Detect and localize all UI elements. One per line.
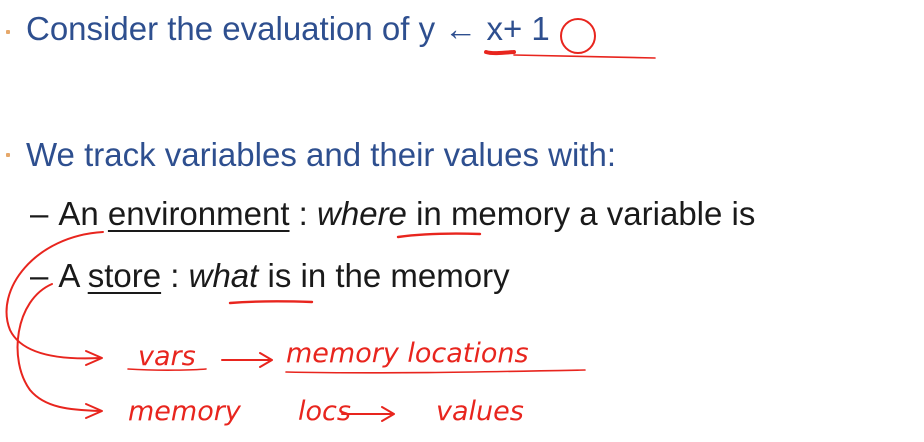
ink-underline-y	[484, 50, 516, 56]
ink-curve-environment	[5, 231, 104, 360]
ink-underline-assignment	[513, 54, 656, 59]
ink-underline-where	[396, 232, 482, 239]
ink-arrow-vars	[221, 352, 273, 368]
ink-circle-x	[560, 18, 596, 54]
ink-underline-memory-locations	[285, 369, 586, 374]
ink-text-vars: vars	[138, 341, 196, 372]
ink-text-locs: locs	[298, 396, 351, 427]
handwritten-annotations: vars memory locations memory locs values	[5, 18, 656, 427]
lecture-slide: Consider the evaluation of y ← x+ 1 We t…	[0, 0, 924, 442]
ink-underline-what	[228, 300, 314, 305]
ink-text-memory-locations: memory locations	[286, 338, 529, 369]
ink-text-values: values	[436, 396, 524, 427]
ink-curve-store	[16, 283, 101, 412]
ink-text-memory: memory	[128, 396, 242, 427]
